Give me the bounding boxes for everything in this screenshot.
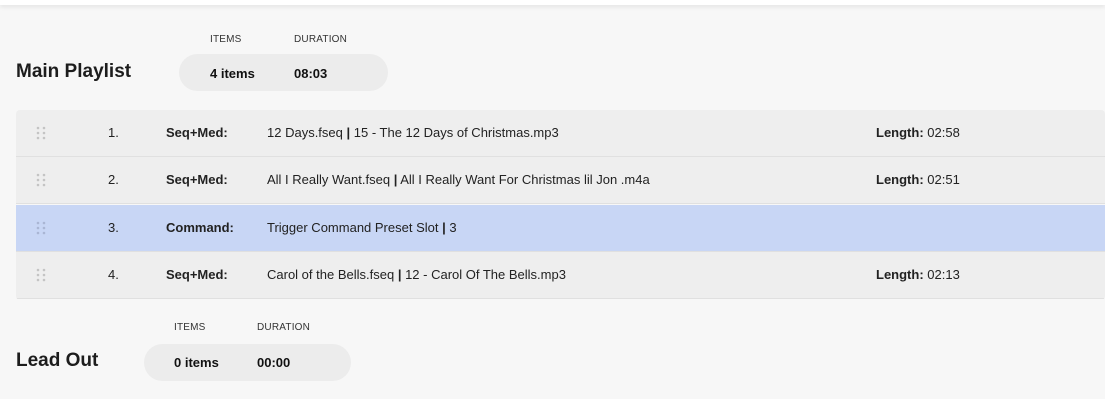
entry-description: 12 Days.fseq | 15 - The 12 Days of Chris…: [267, 125, 559, 140]
entry-media: 12 - Carol Of The Bells.mp3: [405, 267, 566, 282]
main-playlist-title: Main Playlist: [16, 61, 132, 82]
entry-separator: |: [397, 267, 402, 282]
entry-length: Length: 02:58: [876, 125, 960, 140]
entry-type: Seq+Med:: [166, 125, 228, 140]
entry-length-label: Length:: [876, 125, 924, 140]
entry-command: Trigger Command Preset Slot: [267, 220, 439, 235]
entry-length: Length: 02:13: [876, 267, 960, 282]
entry-description: Carol of the Bells.fseq | 12 - Carol Of …: [267, 267, 566, 282]
entry-sequence: 12 Days.fseq: [267, 125, 343, 140]
main-duration-value: 08:03: [294, 66, 328, 81]
main-duration-label: DURATION: [294, 34, 348, 45]
entry-length-label: Length:: [876, 267, 924, 282]
drag-handle-icon[interactable]: [36, 268, 46, 282]
top-card-edge: [0, 0, 1105, 5]
leadout-items-value: 0 items: [174, 355, 219, 370]
entry-separator: |: [442, 220, 446, 235]
entry-length-label: Length:: [876, 172, 924, 187]
entry-type: Command:: [166, 220, 234, 235]
drag-handle-icon[interactable]: [36, 221, 46, 235]
leadout-items-label: ITEMS: [174, 322, 206, 333]
entry-sequence: Carol of the Bells.fseq: [267, 267, 395, 282]
leadout-duration-value: 00:00: [257, 355, 291, 370]
playlist-entry-1[interactable]: 1. Seq+Med: 12 Days.fseq | 15 - The 12 D…: [16, 110, 1105, 157]
playlist-entry-4[interactable]: 4. Seq+Med: Carol of the Bells.fseq | 12…: [16, 252, 1105, 299]
entry-media: All I Really Want For Christmas lil Jon …: [400, 172, 650, 187]
drag-handle-icon[interactable]: [36, 173, 46, 187]
playlist-entry-2[interactable]: 2. Seq+Med: All I Really Want.fseq | All…: [16, 157, 1105, 204]
entry-length-value: 02:13: [927, 267, 960, 282]
main-items-label: ITEMS: [210, 34, 242, 45]
drag-handle-icon[interactable]: [36, 126, 46, 140]
entry-number: 2.: [108, 172, 119, 187]
entry-sequence: All I Really Want.fseq: [267, 172, 391, 187]
playlist-entry-3[interactable]: 3. Command: Trigger Command Preset Slot …: [16, 205, 1105, 252]
main-items-value: 4 items: [210, 66, 255, 81]
leadout-duration-label: DURATION: [257, 322, 311, 333]
entry-length: Length: 02:51: [876, 172, 960, 187]
entry-length-value: 02:58: [927, 125, 960, 140]
entry-separator: |: [346, 125, 351, 140]
entry-number: 1.: [108, 125, 119, 140]
entry-separator: |: [393, 172, 398, 187]
entry-type: Seq+Med:: [166, 172, 228, 187]
lead-out-title: Lead Out: [16, 350, 99, 371]
entry-length-value: 02:51: [927, 172, 960, 187]
entry-type: Seq+Med:: [166, 267, 228, 282]
entry-description: All I Really Want.fseq | All I Really Wa…: [267, 172, 650, 187]
entry-media: 15 - The 12 Days of Christmas.mp3: [353, 125, 559, 140]
entry-description: Trigger Command Preset Slot | 3: [267, 220, 457, 235]
entry-number: 4.: [108, 267, 119, 282]
entry-command-arg: 3: [449, 220, 457, 235]
main-playlist-entries: 1. Seq+Med: 12 Days.fseq | 15 - The 12 D…: [16, 110, 1105, 300]
entry-number: 3.: [108, 220, 119, 235]
